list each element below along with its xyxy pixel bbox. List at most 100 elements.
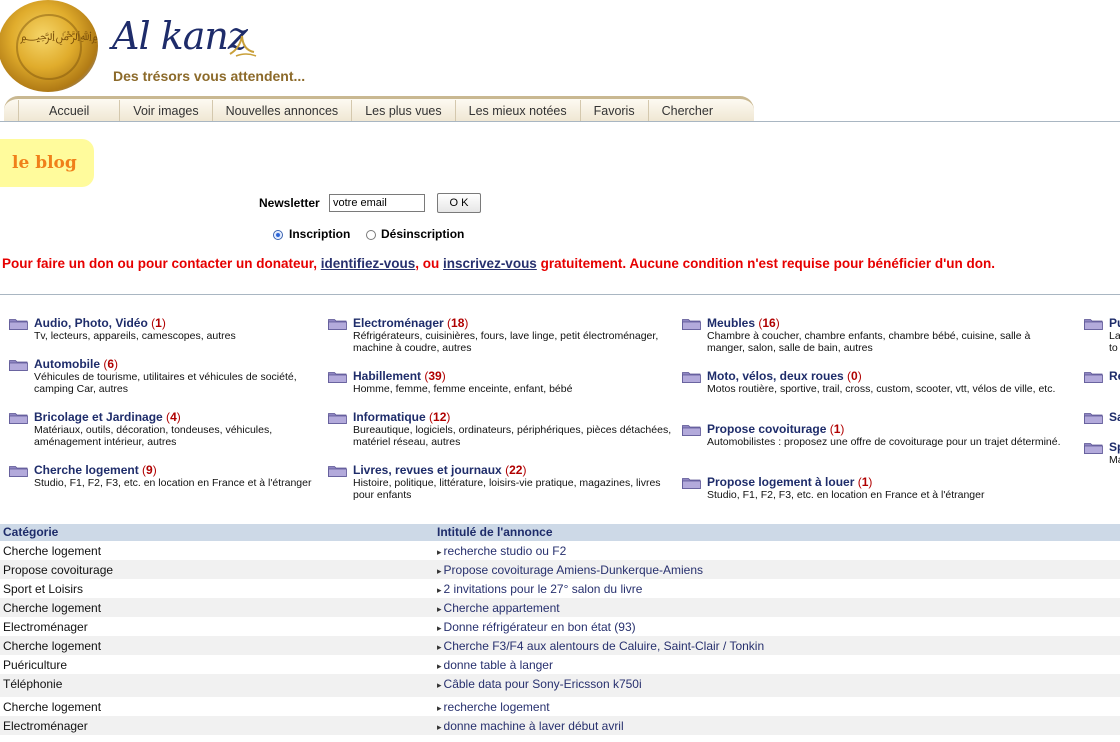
row-title-link[interactable]: ▸ Cherche F3/F4 aux alentours de Caluire,… xyxy=(437,639,764,653)
folder-icon xyxy=(9,317,28,330)
site-logo[interactable]: Al kanz xyxy=(112,14,248,58)
category-count-value: 1 xyxy=(861,475,869,489)
arrow-icon: ▸ xyxy=(437,703,442,713)
category-count-value: 1 xyxy=(155,316,162,330)
category-description: Bureautique, logiciels, ordinateurs, pér… xyxy=(353,424,672,448)
category-item[interactable]: Habillement (39) Homme, femme, femme ence… xyxy=(328,369,673,409)
category-item[interactable]: Propose covoiturage (1) Automobilistes : … xyxy=(682,422,1062,462)
category-title[interactable]: Habillement (39) xyxy=(353,369,446,383)
category-title[interactable]: Electroménager (18) xyxy=(353,316,468,330)
category-description: Motos routière, sportive, trail, cross, … xyxy=(707,383,1056,395)
row-category: Propose covoiturage xyxy=(3,563,114,577)
category-item[interactable]: Automobile (6) Véhicules de tourisme, uti… xyxy=(9,357,327,397)
tab-voir-images[interactable]: Voir images xyxy=(120,100,213,122)
folder-icon xyxy=(1084,441,1103,454)
row-title-link[interactable]: ▸ 2 invitations pour le 27° salon du livr… xyxy=(437,582,642,596)
category-item[interactable]: Informatique (12) Bureautique, logiciels,… xyxy=(328,410,673,450)
arrow-icon: ▸ xyxy=(437,680,442,690)
category-title[interactable]: Meubles (16) xyxy=(707,316,780,330)
category-title[interactable]: Livres, revues et journaux (22) xyxy=(353,463,526,477)
table-row: Sport et Loisirs ▸ 2 invitations pour le 2… xyxy=(0,579,1120,598)
category-title[interactable]: Propose logement à louer (1) xyxy=(707,475,872,489)
category-title[interactable]: Informatique (12) xyxy=(353,410,450,424)
category-name: Electroménager xyxy=(353,316,444,330)
radio-desinscription[interactable] xyxy=(366,230,376,240)
row-title-link[interactable]: ▸ donne table à langer xyxy=(437,658,553,672)
category-count-value: 12 xyxy=(433,410,447,424)
arrow-icon: ▸ xyxy=(437,722,442,732)
login-link[interactable]: identifiez-vous xyxy=(321,256,416,271)
category-count-value: 6 xyxy=(107,357,115,371)
tab-favoris[interactable]: Favoris xyxy=(581,100,649,122)
arrow-icon: ▸ xyxy=(437,661,442,671)
category-item[interactable]: Meubles (16) Chambre à coucher, chambre e… xyxy=(682,316,1062,356)
row-title-link[interactable]: ▸ Propose covoiturage Amiens-Dunkerque-Am… xyxy=(437,563,703,577)
row-title-link[interactable]: ▸ Cherche appartement xyxy=(437,601,560,615)
category-title[interactable]: Sp xyxy=(1109,440,1120,454)
row-category: Electroménager xyxy=(3,620,88,634)
row-title-link[interactable]: ▸ recherche logement xyxy=(437,700,550,714)
category-item[interactable]: SpMa xyxy=(1084,440,1120,480)
category-title[interactable]: Automobile (6) xyxy=(34,357,118,371)
row-title: Cherche F3/F4 aux alentours de Caluire, … xyxy=(443,639,765,653)
header-title: Intitulé de l'annonce xyxy=(437,525,553,539)
arrow-icon: ▸ xyxy=(437,604,442,614)
category-count-value: 0 xyxy=(851,369,858,383)
row-title-link[interactable]: ▸ Câble data pour Sony-Ericsson k750i xyxy=(437,677,642,691)
row-title-link[interactable]: ▸ donne machine à laver début avril xyxy=(437,719,624,733)
tab-chercher[interactable]: Chercher xyxy=(649,100,726,122)
category-item[interactable]: Moto, vélos, deux roues (0) Motos routièr… xyxy=(682,369,1062,409)
table-row: Cherche logement ▸ recherche studio ou F2 xyxy=(0,541,1120,560)
category-title[interactable]: Sa xyxy=(1109,410,1120,424)
category-item[interactable]: Audio, Photo, Vidéo (1) Tv, lecteurs, app… xyxy=(9,316,327,356)
tab-nouvelles-annonces[interactable]: Nouvelles annonces xyxy=(213,100,353,122)
category-description: Studio, F1, F2, F3, etc. en location en … xyxy=(34,477,312,489)
category-item[interactable]: Livres, revues et journaux (22) Histoire,… xyxy=(328,463,673,503)
category-name: Cherche logement xyxy=(34,463,139,477)
row-title: recherche studio ou F2 xyxy=(443,544,567,558)
category-title[interactable]: Propose covoiturage (1) xyxy=(707,422,844,436)
category-title[interactable]: Audio, Photo, Vidéo (1) xyxy=(34,316,166,330)
category-item[interactable]: Electroménager (18) Réfrigérateurs, cuisi… xyxy=(328,316,673,356)
register-link[interactable]: inscrivez-vous xyxy=(443,256,537,271)
folder-icon xyxy=(9,358,28,371)
category-item[interactable]: PuLa to xyxy=(1084,316,1120,356)
category-count: (1) xyxy=(147,316,166,330)
category-name: Habillement xyxy=(353,369,422,383)
category-title[interactable]: Bricolage et Jardinage (4) xyxy=(34,410,181,424)
tab-les-mieux-notees[interactable]: Les mieux notées xyxy=(456,100,581,122)
folder-icon xyxy=(1084,411,1103,424)
newsletter-email-input[interactable] xyxy=(329,194,425,212)
category-count: (12) xyxy=(425,410,451,424)
category-title[interactable]: Re xyxy=(1109,369,1120,383)
folder-icon xyxy=(328,370,347,383)
radio-inscription[interactable] xyxy=(273,230,283,240)
coin-ring xyxy=(16,14,82,80)
radio-inscription-label: Inscription xyxy=(289,227,351,241)
category-title[interactable]: Pu xyxy=(1109,316,1120,330)
folder-icon xyxy=(1084,370,1103,383)
row-title-link[interactable]: ▸ recherche studio ou F2 xyxy=(437,544,566,558)
row-title: Cherche appartement xyxy=(443,601,560,615)
folder-icon xyxy=(9,464,28,477)
folder-icon xyxy=(328,464,347,477)
category-item[interactable]: Re xyxy=(1084,369,1120,409)
tab-accueil[interactable]: Accueil xyxy=(18,100,121,122)
row-title-link[interactable]: ▸ Donne réfrigérateur en bon état (93) xyxy=(437,620,636,634)
tab-les-plus-vues[interactable]: Les plus vues xyxy=(352,100,456,122)
category-count: (6) xyxy=(100,357,119,371)
category-title[interactable]: Cherche logement (9) xyxy=(34,463,157,477)
blog-link[interactable]: le blog xyxy=(0,139,94,187)
category-title[interactable]: Moto, vélos, deux roues (0) xyxy=(707,369,862,383)
main-navigation: Accueil Voir images Nouvelles annonces L… xyxy=(4,96,754,122)
folder-icon xyxy=(328,317,347,330)
category-description: Réfrigérateurs, cuisinières, fours, lave… xyxy=(353,330,659,354)
row-title: donne table à langer xyxy=(443,658,553,672)
category-item[interactable]: Bricolage et Jardinage (4) Matériaux, out… xyxy=(9,410,327,450)
table-row: Cherche logement ▸ recherche logement xyxy=(0,697,1120,716)
category-item[interactable]: Cherche logement (9) Studio, F1, F2, F3, … xyxy=(9,463,327,503)
newsletter-ok-button[interactable]: O K xyxy=(437,193,481,213)
category-item[interactable]: Propose logement à louer (1) Studio, F1, … xyxy=(682,475,1062,515)
table-row: Cherche logement ▸ Cherche appartement xyxy=(0,598,1120,617)
category-name: Bricolage et Jardinage xyxy=(34,410,163,424)
